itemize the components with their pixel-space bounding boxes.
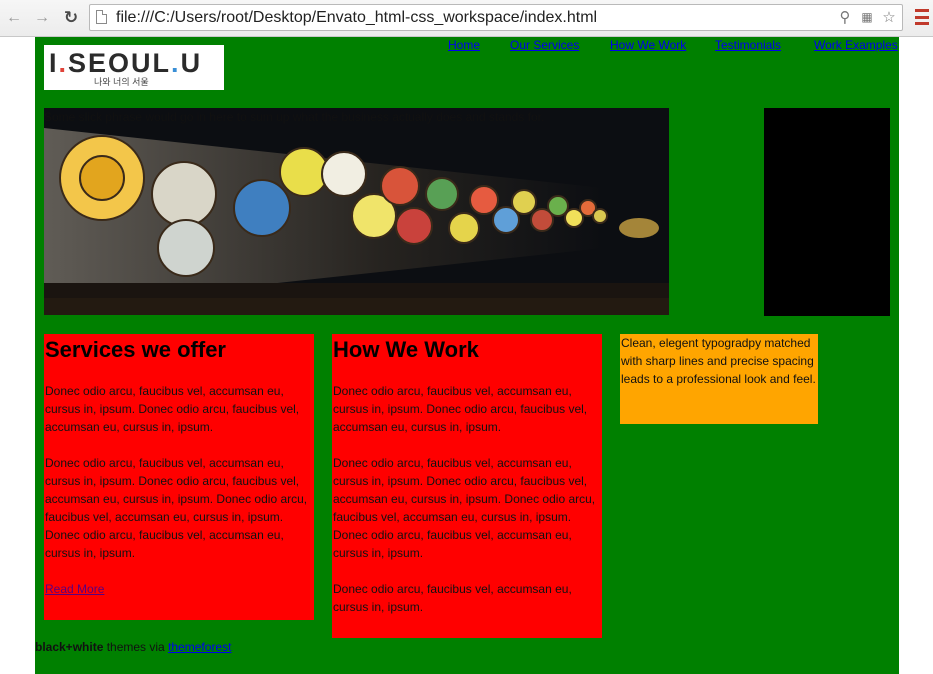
nav-our-services[interactable]: Our Services [510, 38, 579, 52]
typography-callout: Clean, elegent typogradpy matched with s… [620, 334, 818, 424]
url-text[interactable]: file:///C:/Users/root/Desktop/Envato_htm… [116, 9, 597, 27]
nav-how-we-work[interactable]: How We Work [610, 38, 686, 52]
reload-button[interactable]: ↻ [61, 8, 81, 28]
read-more-link[interactable]: Read More [45, 582, 104, 596]
arrow-left-icon: ← [6, 9, 22, 26]
services-column: Services we offer Donec odio arcu, fauci… [44, 334, 314, 620]
site-logo[interactable]: I.SEOUL.U 나와 너의 서울 [44, 45, 224, 90]
footer-brand: black+white [35, 640, 104, 654]
footer: black+white themes via themeforest [35, 640, 231, 654]
callout-text: Clean, elegent typogradpy matched with s… [621, 336, 816, 386]
back-button[interactable]: ← [4, 8, 24, 28]
zoom-icon[interactable]: ⚲ [836, 8, 854, 26]
services-paragraph-2: Donec odio arcu, faucibus vel, accumsan … [45, 456, 308, 560]
address-bar[interactable]: file:///C:/Users/root/Desktop/Envato_htm… [89, 4, 903, 31]
nav-testimonials[interactable]: Testimonials [715, 38, 781, 52]
arrow-right-icon: → [34, 9, 50, 26]
bookmark-star-icon[interactable]: ☆ [880, 8, 898, 26]
reload-icon: ↻ [63, 8, 79, 27]
nav-home[interactable]: Home [448, 38, 480, 52]
browser-menu-button[interactable] [915, 9, 929, 25]
how-we-work-column: How We Work Donec odio arcu, faucibus ve… [332, 334, 602, 638]
translate-icon[interactable]: ▦ [858, 8, 876, 26]
services-paragraph-1: Donec odio arcu, faucibus vel, accumsan … [45, 384, 300, 434]
forward-button[interactable]: → [32, 8, 52, 28]
footer-text: themes via [103, 640, 169, 654]
side-panel [764, 108, 890, 316]
hero-banner-image [44, 108, 669, 315]
how-we-work-heading: How We Work [333, 337, 479, 362]
page-icon [96, 10, 107, 24]
how-we-work-paragraph-1: Donec odio arcu, faucibus vel, accumsan … [333, 384, 588, 434]
page-container: I.SEOUL.U 나와 너의 서울 Home Our Services How… [35, 37, 899, 674]
how-we-work-paragraph-2: Donec odio arcu, faucibus vel, accumsan … [333, 456, 596, 560]
nav-work-examples[interactable]: Work Examples [814, 38, 898, 52]
footer-themeforest-link[interactable]: themeforest [168, 640, 231, 654]
main-nav: Home Our Services How We Work Testimonia… [448, 38, 899, 54]
logo-subtitle: 나와 너의 서울 [94, 77, 149, 87]
browser-toolbar: ← → ↻ file:///C:/Users/root/Desktop/Enva… [0, 0, 933, 37]
hero-tagline: Some slick phrase would go in here to su… [44, 110, 545, 124]
how-we-work-paragraph-3: Donec odio arcu, faucibus vel, accumsan … [333, 582, 572, 614]
services-heading: Services we offer [45, 337, 226, 362]
